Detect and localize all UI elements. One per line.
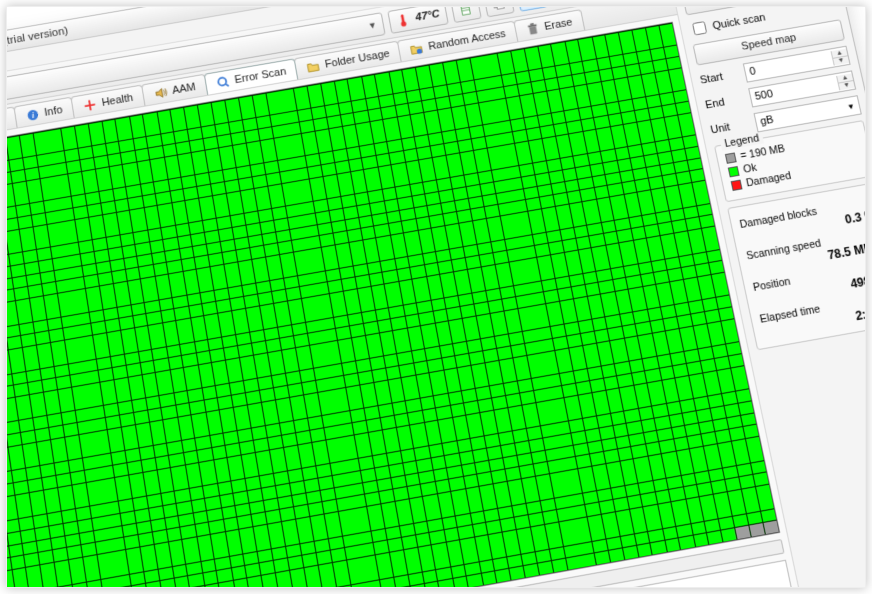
chevron-down-icon: ▼ <box>846 101 856 111</box>
toolbar-btn-screenshot[interactable] <box>516 6 548 11</box>
start-value: 0 <box>745 52 834 78</box>
temperature-indicator: 47°C <box>387 6 448 33</box>
spinner-down-icon[interactable]: ▼ <box>833 56 849 65</box>
folder-usage-icon <box>305 59 321 75</box>
toolbar-btn-doc2[interactable] <box>483 6 514 17</box>
legend-ok-label: Ok <box>742 162 758 176</box>
legend-ok-swatch <box>728 166 740 177</box>
legend-block-swatch <box>725 152 737 163</box>
tab-label: Erase <box>543 16 573 32</box>
aam-icon <box>152 85 168 101</box>
info-icon: i <box>25 107 41 123</box>
temperature-value: 47°C <box>415 8 441 23</box>
end-value: 500 <box>750 77 839 103</box>
tab-label: AAM <box>171 81 196 96</box>
end-label: End <box>704 93 745 111</box>
random-access-icon <box>409 41 425 57</box>
unit-value: gB <box>759 114 775 128</box>
metrics-group: Damaged blocks0.3 % Scanning speed78.5 M… <box>727 182 866 350</box>
copy-icon <box>490 6 506 11</box>
legend-damaged-swatch <box>731 180 743 191</box>
erase-icon <box>525 21 541 37</box>
error-scan-icon <box>215 74 231 90</box>
toolbar-btn-doc1[interactable] <box>450 6 481 23</box>
tab-label: Health <box>101 92 134 109</box>
tab-label: Info <box>44 104 64 119</box>
thermometer-icon <box>395 12 411 28</box>
app-window: Tune Pro 5.50 - Hard Disk/SSD Utility (t… <box>6 6 866 588</box>
document-icon <box>458 6 474 17</box>
quick-scan-label: Quick scan <box>711 11 766 31</box>
spinner-down-icon[interactable]: ▼ <box>839 81 855 90</box>
start-label: Start <box>699 68 740 86</box>
chevron-down-icon: ▼ <box>367 20 377 31</box>
tab-label: Error Scan <box>234 65 287 85</box>
health-icon <box>82 97 98 113</box>
